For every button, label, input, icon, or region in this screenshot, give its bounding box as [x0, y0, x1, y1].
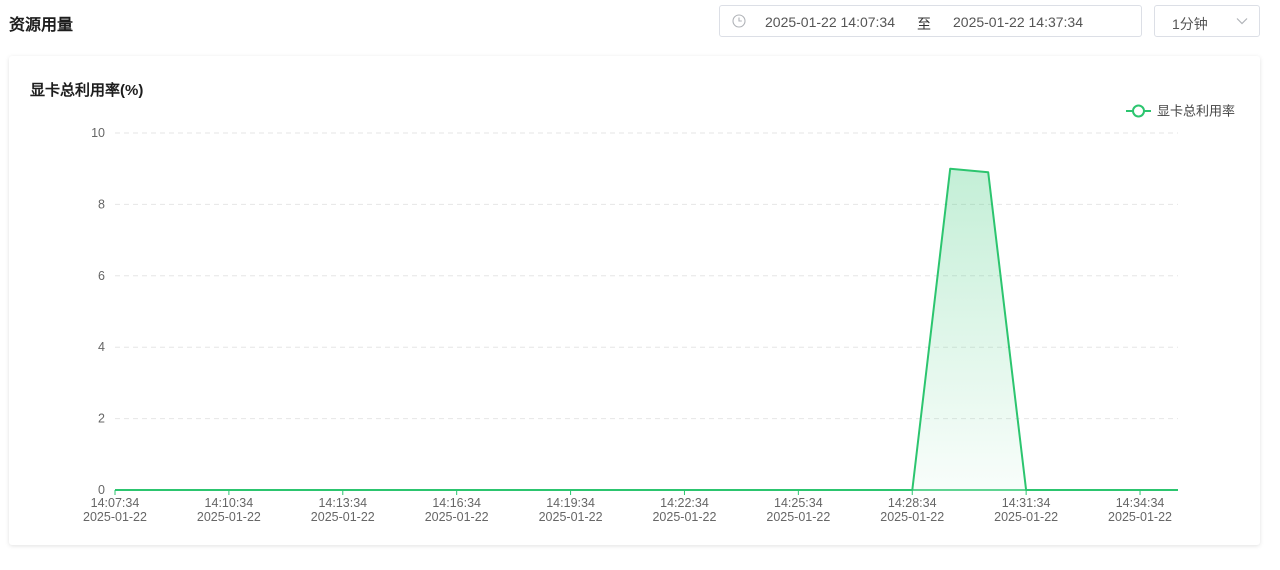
x-tick-time-label: 14:25:34: [774, 496, 823, 510]
x-tick-date-label: 2025-01-22: [880, 510, 944, 524]
x-tick-date-label: 2025-01-22: [652, 510, 716, 524]
gpu-utilization-chart: 024681014:07:342025-01-2214:10:342025-01…: [83, 104, 1235, 525]
start-time-input[interactable]: 2025-01-22 14:07:34: [765, 14, 895, 30]
page-title: 资源用量: [9, 17, 74, 34]
y-tick-label: 4: [98, 340, 105, 354]
x-tick-time-label: 14:07:34: [91, 496, 140, 510]
legend-marker: [1132, 104, 1145, 118]
x-tick-time-label: 14:28:34: [888, 496, 937, 510]
y-tick-label: 6: [98, 269, 105, 283]
series-area: [115, 168, 1178, 490]
y-tick-label: 8: [98, 197, 105, 211]
interval-select[interactable]: 1分钟: [1154, 5, 1260, 37]
y-tick-label: 10: [91, 126, 105, 140]
chevron-down-icon: [1236, 18, 1248, 25]
x-tick-time-label: 14:22:34: [660, 496, 709, 510]
legend-label: 显卡总利用率: [1157, 104, 1235, 119]
x-tick-date-label: 2025-01-22: [83, 510, 147, 524]
x-tick-date-label: 2025-01-22: [539, 510, 603, 524]
x-tick-time-label: 14:10:34: [205, 496, 254, 510]
time-range-picker[interactable]: 2025-01-22 14:07:34 至 2025-01-22 14:37:3…: [719, 5, 1142, 37]
y-tick-label: 0: [98, 483, 105, 497]
x-tick-date-label: 2025-01-22: [425, 510, 489, 524]
gpu-utilization-card: 显卡总利用率(%) 0 2 4 6 8 10 14:07:34 2025-01-22 14:10…: [9, 56, 1260, 545]
x-tick-time-label: 14:19:34: [546, 496, 595, 510]
x-tick-time-label: 14:13:34: [318, 496, 367, 510]
x-tick-date-label: 2025-01-22: [197, 510, 261, 524]
range-separator: 至: [917, 16, 931, 32]
interval-value: 1分钟: [1172, 16, 1208, 32]
x-tick-time-label: 14:31:34: [1002, 496, 1051, 510]
x-tick-date-label: 2025-01-22: [1108, 510, 1172, 524]
x-tick-time-label: 14:34:34: [1116, 496, 1165, 510]
x-tick-date-label: 2025-01-22: [994, 510, 1058, 524]
clock-icon: [732, 14, 746, 28]
x-tick-date-label: 2025-01-22: [311, 510, 375, 524]
x-tick-time-label: 14:16:34: [432, 496, 481, 510]
end-time-input[interactable]: 2025-01-22 14:37:34: [953, 14, 1083, 30]
x-tick-date-label: 2025-01-22: [766, 510, 830, 524]
y-tick-label: 2: [98, 412, 105, 426]
